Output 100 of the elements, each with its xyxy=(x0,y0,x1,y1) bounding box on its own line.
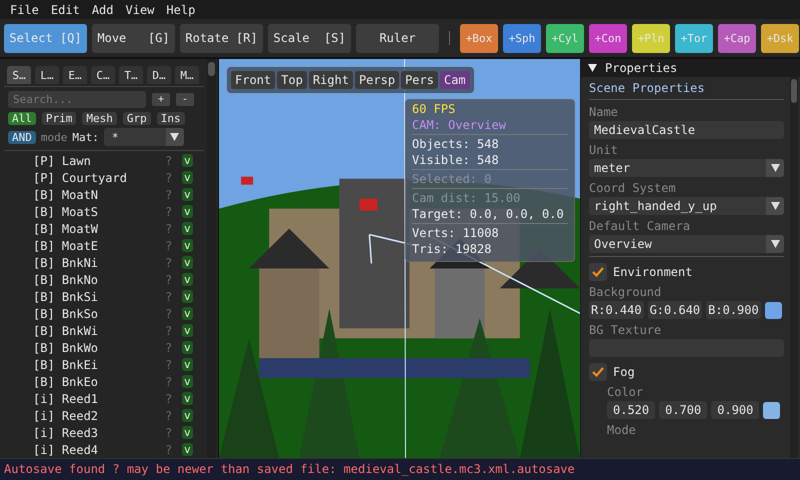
status-mark: ? xyxy=(165,324,174,338)
visibility-toggle[interactable]: v xyxy=(182,426,193,439)
status-mark: ? xyxy=(165,290,174,304)
number-field[interactable]: R:0.440 xyxy=(589,301,644,319)
object-list-item[interactable]: [i] Reed4 xyxy=(33,442,165,456)
collapse-arrow-icon xyxy=(588,64,597,72)
visibility-toggle[interactable]: v xyxy=(182,273,193,286)
panel-tab[interactable]: M… xyxy=(175,66,199,84)
panel-tab[interactable]: E… xyxy=(63,66,87,84)
menu-item[interactable]: Add xyxy=(92,2,114,16)
tool-button[interactable]: Scale [S] xyxy=(268,24,351,52)
view-button[interactable]: Top xyxy=(277,71,307,89)
object-list-item[interactable]: [B] BnkEi xyxy=(33,358,165,372)
remove-button[interactable]: - xyxy=(176,93,194,106)
search-field[interactable]: Search... xyxy=(8,91,146,108)
filter-chip[interactable]: All xyxy=(8,112,36,125)
panel-tab[interactable]: T… xyxy=(119,66,143,84)
menu-item[interactable]: Edit xyxy=(50,2,80,16)
fps-counter: 60 FPS xyxy=(412,102,456,116)
stat-text: Tris: 19828 xyxy=(412,241,492,257)
checkbox-label: Fog xyxy=(613,365,635,379)
menu-item[interactable]: Help xyxy=(166,2,196,16)
stat-text: Cam dist: 15.00 xyxy=(412,190,522,206)
view-button[interactable]: Persp xyxy=(354,71,400,89)
filter-chip[interactable]: Mesh xyxy=(82,112,117,125)
and-mode-button[interactable]: AND xyxy=(8,130,36,144)
dropdown[interactable]: right_handed_y_up xyxy=(589,197,784,215)
object-list-item[interactable]: [B] MoatS xyxy=(33,204,165,218)
visibility-toggle[interactable]: v xyxy=(182,171,193,184)
panel-tab[interactable]: C… xyxy=(91,66,115,84)
visibility-toggle[interactable]: v xyxy=(182,290,193,303)
visibility-toggle[interactable]: v xyxy=(182,188,193,201)
object-list-item[interactable]: [B] BnkWo xyxy=(33,340,165,354)
field-label: Background xyxy=(589,284,662,301)
checkbox[interactable] xyxy=(589,363,607,381)
status-mark: ? xyxy=(165,204,174,218)
status-mark: ? xyxy=(165,170,174,184)
object-list-item[interactable]: [B] BnkWi xyxy=(33,324,165,338)
filter-chip[interactable]: Ins xyxy=(156,112,185,125)
field-label: Coord System xyxy=(589,180,677,197)
view-button[interactable]: Front xyxy=(231,71,276,89)
visibility-toggle[interactable]: v xyxy=(182,375,193,388)
text-field[interactable]: MedievalCastle xyxy=(589,121,784,139)
number-field[interactable]: 0.700 xyxy=(659,401,708,419)
number-field[interactable]: 0.520 xyxy=(607,401,656,419)
add-shape-button[interactable]: +Con xyxy=(589,24,627,52)
view-button[interactable]: Right xyxy=(308,71,353,89)
number-field[interactable]: 0.900 xyxy=(711,401,760,419)
visibility-toggle[interactable]: v xyxy=(182,358,193,371)
object-list-item[interactable]: [P] Lawn xyxy=(33,154,165,168)
object-list-item[interactable]: [P] Courtyard xyxy=(33,170,165,184)
dropdown[interactable]: meter xyxy=(589,159,784,177)
add-button[interactable]: + xyxy=(152,93,170,106)
visibility-toggle[interactable]: v xyxy=(182,443,193,456)
tool-button[interactable]: Rotate [R] xyxy=(180,24,263,52)
dropdown-arrow-icon xyxy=(770,240,780,248)
object-list-item[interactable]: [i] Reed2 xyxy=(33,408,165,422)
scrollbar-thumb[interactable] xyxy=(208,62,215,76)
visibility-toggle[interactable]: v xyxy=(182,222,193,235)
object-list-item[interactable]: [B] BnkNi xyxy=(33,256,165,270)
view-button[interactable]: Pers xyxy=(401,71,438,89)
dropdown-arrow-icon xyxy=(770,202,780,210)
checkbox-label: Environment xyxy=(613,265,692,279)
tool-button[interactable]: Ruler xyxy=(356,24,439,52)
object-list-item[interactable]: [B] MoatN xyxy=(33,188,165,202)
visibility-toggle[interactable]: v xyxy=(182,307,193,320)
object-list-item[interactable]: [B] BnkNo xyxy=(33,272,165,286)
object-list-item[interactable]: [B] BnkSo xyxy=(33,306,165,320)
filter-chip[interactable]: Prim xyxy=(42,112,76,125)
color-swatch[interactable] xyxy=(764,302,782,318)
checkbox[interactable] xyxy=(589,263,607,281)
visibility-toggle[interactable]: v xyxy=(182,256,193,269)
visibility-toggle[interactable]: v xyxy=(182,409,193,422)
view-button[interactable]: Cam xyxy=(440,71,470,89)
visibility-toggle[interactable]: v xyxy=(182,205,193,218)
menu-item[interactable]: File xyxy=(10,2,39,16)
object-list-item[interactable]: [B] MoatW xyxy=(33,222,165,236)
visibility-toggle[interactable]: v xyxy=(182,324,193,337)
object-list-item[interactable]: [i] Reed1 xyxy=(33,392,165,406)
menu-item[interactable]: View xyxy=(126,2,154,16)
tool-button[interactable]: Move [G] xyxy=(92,24,175,52)
visibility-toggle[interactable]: v xyxy=(182,154,193,167)
visibility-toggle[interactable]: v xyxy=(182,239,193,252)
panel-tab[interactable]: S… xyxy=(7,66,31,84)
panel-tab[interactable]: D… xyxy=(147,66,171,84)
scrollbar-thumb[interactable] xyxy=(791,79,797,103)
visibility-toggle[interactable]: v xyxy=(182,341,193,354)
color-swatch[interactable] xyxy=(763,402,780,418)
number-field[interactable]: G:0.640 xyxy=(648,301,702,319)
panel-tab[interactable]: L… xyxy=(35,66,59,84)
object-list-item[interactable]: [B] BnkEo xyxy=(33,374,165,388)
status-mark: ? xyxy=(165,272,174,286)
filter-chip[interactable]: Grp xyxy=(122,112,151,125)
object-list-item[interactable]: [i] Reed3 xyxy=(33,426,165,440)
material-dropdown[interactable]: * xyxy=(104,128,184,146)
visibility-toggle[interactable]: v xyxy=(182,392,193,405)
object-list-item[interactable]: [B] MoatE xyxy=(33,238,165,252)
object-list-item[interactable]: [B] BnkSi xyxy=(33,290,165,304)
dropdown[interactable]: Overview xyxy=(589,235,784,253)
number-field[interactable]: B:0.900 xyxy=(706,301,761,319)
